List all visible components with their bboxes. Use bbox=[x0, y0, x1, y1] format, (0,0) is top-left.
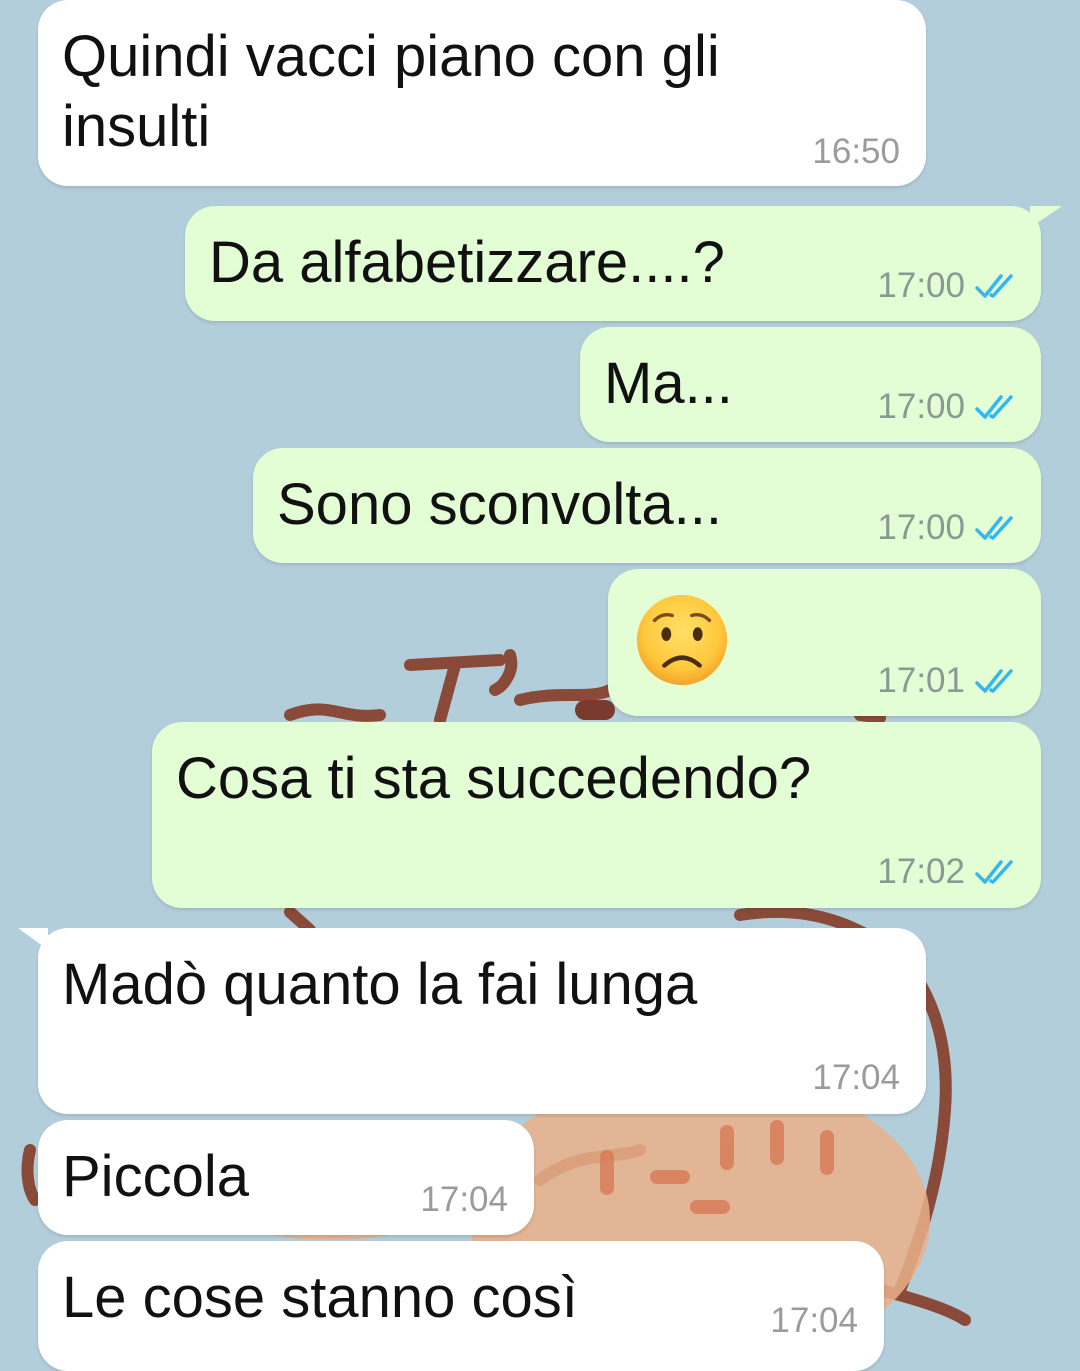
message-bubble-outgoing[interactable]: Ma... 17:00 bbox=[580, 327, 1041, 442]
read-ticks-icon bbox=[975, 395, 1013, 419]
message-timestamp: 17:04 bbox=[420, 1180, 508, 1220]
timestamp-text: 17:04 bbox=[812, 1058, 900, 1097]
message-text: Piccola bbox=[62, 1144, 249, 1209]
message-bubble-incoming[interactable]: Piccola 17:04 bbox=[38, 1120, 534, 1235]
message-text: Sono sconvolta... bbox=[277, 472, 722, 537]
read-ticks-icon bbox=[975, 860, 1013, 884]
message-text: Quindi vacci piano con gli bbox=[62, 24, 720, 89]
timestamp-text: 17:04 bbox=[420, 1180, 508, 1219]
worried-face-emoji bbox=[636, 594, 728, 686]
message-text: Cosa ti sta succedendo? bbox=[176, 746, 812, 811]
message-timestamp: 17:00 bbox=[877, 387, 1019, 427]
message-bubble-outgoing[interactable]: Sono sconvolta... 17:00 bbox=[253, 448, 1041, 563]
message-timestamp: 17:00 bbox=[877, 508, 1019, 548]
message-text: Da alfabetizzare....? bbox=[209, 230, 725, 295]
message-text: insulti bbox=[62, 94, 211, 159]
timestamp-text: 17:02 bbox=[877, 852, 965, 891]
timestamp-text: 17:00 bbox=[877, 266, 965, 305]
message-timestamp: 17:04 bbox=[770, 1301, 858, 1341]
message-bubble-incoming[interactable]: Quindi vacci piano con gli insulti 16:50 bbox=[38, 0, 926, 186]
message-text: Madò quanto la fai lunga bbox=[62, 952, 698, 1017]
message-timestamp: 17:01 bbox=[877, 661, 1019, 701]
message-bubble-incoming[interactable]: Madò quanto la fai lunga 17:04 bbox=[38, 928, 926, 1114]
message-timestamp: 16:50 bbox=[812, 132, 900, 172]
timestamp-text: 17:00 bbox=[877, 387, 965, 426]
read-ticks-icon bbox=[975, 516, 1013, 540]
message-text: Ma... bbox=[604, 351, 733, 416]
timestamp-text: 17:04 bbox=[770, 1301, 858, 1340]
read-ticks-icon bbox=[975, 669, 1013, 693]
message-bubble-outgoing[interactable]: Da alfabetizzare....? 17:00 bbox=[185, 206, 1041, 321]
message-timestamp: 17:04 bbox=[812, 1058, 900, 1098]
message-text: Le cose stanno così bbox=[62, 1265, 578, 1330]
timestamp-text: 16:50 bbox=[812, 132, 900, 171]
message-bubble-incoming[interactable]: Le cose stanno così 17:04 bbox=[38, 1241, 884, 1371]
message-bubble-outgoing[interactable]: 17:01 bbox=[608, 569, 1041, 716]
timestamp-text: 17:00 bbox=[877, 508, 965, 547]
message-timestamp: 17:00 bbox=[877, 266, 1019, 306]
read-ticks-icon bbox=[975, 274, 1013, 298]
timestamp-text: 17:01 bbox=[877, 661, 965, 700]
message-bubble-outgoing[interactable]: Cosa ti sta succedendo? 17:02 bbox=[152, 722, 1041, 908]
message-timestamp: 17:02 bbox=[877, 852, 1019, 892]
